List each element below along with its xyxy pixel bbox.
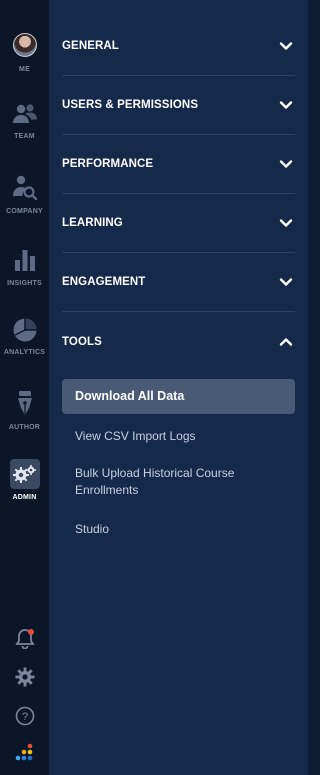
rail-label-analytics: ANALYTICS (3, 349, 46, 356)
tools-item-bulk-upload-enrollments[interactable]: Bulk Upload Historical Course Enrollment… (62, 465, 295, 499)
rail-item-insights[interactable]: INSIGHTS (0, 248, 49, 287)
rail-label-team: TEAM (14, 133, 35, 140)
chevron-down-icon (279, 41, 293, 50)
section-title-engagement: ENGAGEMENT (62, 275, 146, 288)
section-engagement[interactable]: ENGAGEMENT (62, 252, 295, 312)
logo-dots-icon (15, 743, 32, 761)
gear-icon (15, 667, 34, 687)
tools-item-download-all-data[interactable]: Download All Data (62, 379, 295, 414)
rail-item-admin[interactable]: ADMIN (0, 459, 49, 501)
bar-chart-icon (14, 250, 35, 271)
company-search-icon (12, 175, 37, 200)
chevron-down-icon (279, 218, 293, 227)
rail-item-me[interactable]: ME (0, 33, 49, 73)
app: ME TEAM COMPANY INSIGHTS ANALYTICS AUTHO… (0, 0, 308, 775)
rail-label-company: COMPANY (6, 208, 43, 215)
rail-item-team[interactable]: TEAM (0, 103, 49, 140)
section-users-permissions[interactable]: USERS & PERMISSIONS (62, 75, 295, 135)
admin-icon-container (9, 459, 40, 489)
rail-label-admin: ADMIN (12, 494, 37, 501)
chevron-down-icon (279, 277, 293, 286)
rail-notifications[interactable] (0, 627, 49, 649)
rail-item-analytics[interactable]: ANALYTICS (0, 317, 49, 356)
team-icon (12, 104, 37, 123)
section-title-learning: LEARNING (62, 216, 123, 229)
rail-label-author: AUTHOR (8, 424, 41, 431)
tools-item-view-csv-import-logs[interactable]: View CSV Import Logs (62, 428, 295, 445)
avatar (12, 33, 37, 57)
rail-label-insights: INSIGHTS (7, 280, 42, 287)
rail-logo[interactable] (0, 743, 49, 763)
notification-dot (28, 629, 34, 635)
section-tools[interactable]: TOOLS (62, 312, 295, 371)
chevron-up-icon (279, 337, 293, 346)
section-title-users-permissions: USERS & PERMISSIONS (62, 98, 199, 111)
rail-item-company[interactable]: COMPANY (0, 174, 49, 215)
chevron-down-icon (279, 159, 293, 168)
section-performance[interactable]: PERFORMANCE (62, 134, 295, 194)
section-title-tools: TOOLS (62, 335, 102, 348)
chevron-down-icon (279, 100, 293, 109)
section-learning[interactable]: LEARNING (62, 193, 295, 253)
pen-nib-icon (17, 391, 32, 415)
help-icon-glyph: ? (21, 711, 27, 723)
section-title-performance: PERFORMANCE (62, 157, 154, 170)
section-general[interactable]: GENERAL (62, 16, 295, 76)
pie-chart-icon (13, 318, 36, 342)
admin-settings-panel: GENERAL USERS & PERMISSIONS PERFORMANCE … (49, 0, 308, 775)
help-icon: ? (15, 706, 34, 726)
left-rail: ME TEAM COMPANY INSIGHTS ANALYTICS AUTHO… (0, 0, 49, 775)
rail-settings[interactable] (0, 667, 49, 687)
rail-item-author[interactable]: AUTHOR (0, 390, 49, 431)
rail-help[interactable]: ? (0, 706, 49, 726)
gears-icon (12, 465, 36, 483)
tools-item-studio[interactable]: Studio (62, 521, 295, 538)
rail-label-me: ME (19, 66, 30, 73)
section-title-general: GENERAL (62, 39, 119, 52)
